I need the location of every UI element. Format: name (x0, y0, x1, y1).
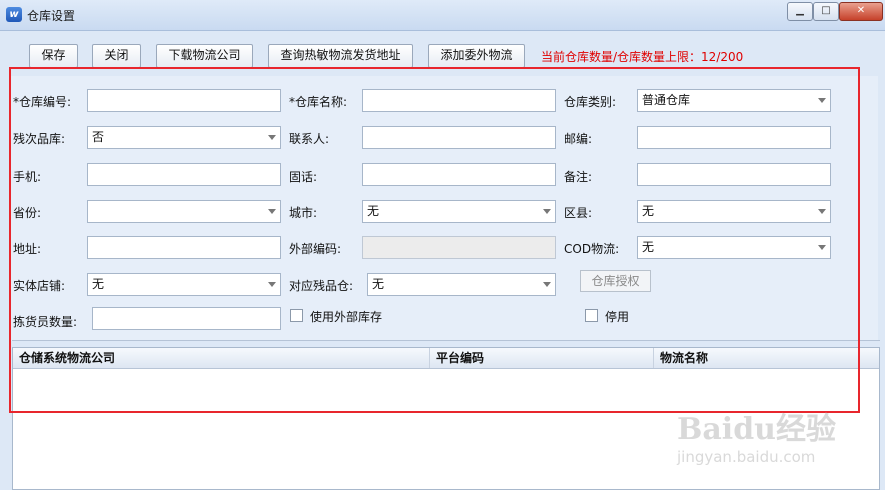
app-icon: w (6, 7, 22, 22)
title-bar: w 仓库设置 ▁ □ ✕ (0, 0, 885, 31)
window-title: 仓库设置 (27, 9, 76, 23)
query-address-button[interactable]: 查询热敏物流发货地址 (268, 44, 413, 68)
baidu-watermark: Baidu经验 jingyan.baidu.com (677, 404, 836, 466)
watermark-url: jingyan.baidu.com (677, 448, 816, 466)
highlight-box (9, 67, 860, 413)
close-button[interactable]: 关闭 (92, 44, 141, 68)
add-outsourced-logistics-button[interactable]: 添加委外物流 (428, 44, 525, 68)
maximize-button[interactable]: □ (813, 2, 839, 21)
watermark-brand: Baidu经验 (677, 412, 836, 447)
minimize-button[interactable]: ▁ (787, 2, 813, 21)
close-window-button[interactable]: ✕ (839, 2, 883, 21)
download-logistics-button[interactable]: 下载物流公司 (156, 44, 253, 68)
warehouse-limit-text: 当前仓库数量/仓库数量上限：12/200 (541, 50, 744, 64)
save-button[interactable]: 保存 (29, 44, 78, 68)
